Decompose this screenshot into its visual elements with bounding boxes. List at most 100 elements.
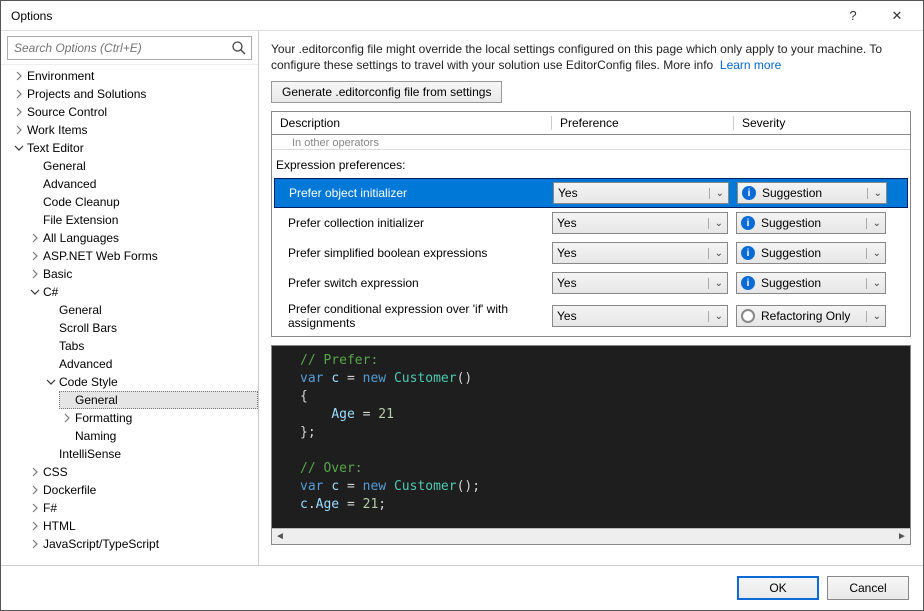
preference-description: Prefer switch expression — [288, 276, 552, 290]
chevron-right-icon[interactable] — [29, 232, 41, 244]
preference-dropdown[interactable]: Yes⌄ — [552, 212, 728, 234]
tree-item[interactable]: Dockerfile — [29, 481, 258, 499]
generate-editorconfig-button[interactable]: Generate .editorconfig file from setting… — [271, 81, 502, 103]
severity-info-icon: i — [742, 186, 756, 200]
chevron-right-icon[interactable] — [29, 466, 41, 478]
tree-item[interactable]: Advanced — [29, 175, 258, 193]
tree-item[interactable]: All Languages — [29, 229, 258, 247]
chevron-right-icon[interactable] — [29, 520, 41, 532]
scroll-left-arrow-icon[interactable]: ◄ — [272, 529, 288, 544]
code-horizontal-scrollbar[interactable]: ◄ ► — [272, 528, 910, 544]
right-panel: Your .editorconfig file might override t… — [259, 31, 923, 565]
cancel-button[interactable]: Cancel — [827, 576, 909, 600]
tree-item-label: File Extension — [43, 211, 118, 229]
tree-item-label: Work Items — [27, 121, 87, 139]
preference-dropdown[interactable]: Yes⌄ — [552, 305, 728, 327]
tree-item-label: JavaScript/TypeScript — [43, 535, 159, 553]
tree-item[interactable]: JavaScript/TypeScript — [29, 535, 258, 553]
chevron-down-icon[interactable] — [29, 286, 41, 298]
chevron-right-icon[interactable] — [29, 502, 41, 514]
chevron-down-icon: ⌄ — [866, 218, 881, 229]
chevron-right-icon[interactable] — [13, 88, 25, 100]
tree-item-label: Source Control — [27, 103, 107, 121]
tree-item[interactable]: General — [29, 157, 258, 175]
chevron-down-icon: ⌄ — [708, 248, 723, 259]
tree-item-label: Projects and Solutions — [27, 85, 146, 103]
chevron-right-icon[interactable] — [29, 484, 41, 496]
search-box[interactable] — [7, 36, 252, 60]
tree-item[interactable]: Naming — [61, 427, 258, 445]
tree-item[interactable]: Basic — [29, 265, 258, 283]
column-preference[interactable]: Preference — [552, 116, 734, 130]
tree-item[interactable]: IntelliSense — [45, 445, 258, 463]
tree-item[interactable]: Code Cleanup — [29, 193, 258, 211]
preference-row[interactable]: Prefer simplified boolean expressionsYes… — [272, 238, 910, 268]
notice-text: Your .editorconfig file might override t… — [271, 41, 911, 73]
severity-dropdown[interactable]: iSuggestion⌄ — [736, 242, 886, 264]
tree-item[interactable]: C# — [29, 283, 258, 301]
dropdown-value: Yes — [558, 186, 578, 200]
ok-button[interactable]: OK — [737, 576, 819, 600]
tree-item-label: General — [43, 157, 86, 175]
tree-item[interactable]: HTML — [29, 517, 258, 535]
code-preview: // Prefer: var c = new Customer() { Age … — [271, 345, 911, 545]
scroll-right-arrow-icon[interactable]: ► — [894, 529, 910, 544]
tree-item[interactable]: Source Control — [13, 103, 258, 121]
preference-description: Prefer simplified boolean expressions — [288, 246, 552, 260]
tree-item[interactable]: Tabs — [45, 337, 258, 355]
help-button[interactable]: ? — [831, 2, 875, 30]
search-input[interactable] — [8, 37, 227, 59]
chevron-down-icon[interactable] — [45, 376, 57, 388]
tree-item-label: Advanced — [59, 355, 112, 373]
tree-item[interactable]: Advanced — [45, 355, 258, 373]
left-panel: EnvironmentProjects and SolutionsSource … — [1, 31, 259, 565]
tree-item[interactable]: File Extension — [29, 211, 258, 229]
preference-dropdown[interactable]: Yes⌄ — [553, 182, 729, 204]
severity-dropdown[interactable]: iSuggestion⌄ — [736, 272, 886, 294]
tree-item-label: HTML — [43, 517, 76, 535]
chevron-right-icon[interactable] — [61, 412, 73, 424]
tree-item-label: Environment — [27, 67, 94, 85]
tree-item-label: General — [75, 391, 118, 409]
tree-item[interactable]: Text Editor — [13, 139, 258, 157]
preference-row[interactable]: Prefer object initializerYes⌄iSuggestion… — [274, 178, 908, 208]
tree-item[interactable]: ASP.NET Web Forms — [29, 247, 258, 265]
tree-item[interactable]: F# — [29, 499, 258, 517]
column-severity[interactable]: Severity — [734, 116, 910, 130]
severity-dropdown[interactable]: Refactoring Only⌄ — [736, 305, 886, 327]
preference-row[interactable]: Prefer switch expressionYes⌄ iSuggestion⌄ — [272, 268, 910, 298]
chevron-down-icon: ⌄ — [866, 248, 881, 259]
tree-item-label: IntelliSense — [59, 445, 121, 463]
preference-dropdown[interactable]: Yes⌄ — [552, 272, 728, 294]
tree-item-label: Formatting — [75, 409, 132, 427]
preference-dropdown[interactable]: Yes⌄ — [552, 242, 728, 264]
chevron-down-icon: ⌄ — [708, 218, 723, 229]
options-tree[interactable]: EnvironmentProjects and SolutionsSource … — [1, 64, 258, 565]
chevron-right-icon[interactable] — [13, 124, 25, 136]
learn-more-link[interactable]: Learn more — [720, 58, 781, 72]
preference-row[interactable]: Prefer collection initializerYes⌄iSugges… — [272, 208, 910, 238]
column-description[interactable]: Description — [272, 116, 552, 130]
tree-item[interactable]: Environment — [13, 67, 258, 85]
tree-item[interactable]: General — [45, 301, 258, 319]
tree-item[interactable]: Work Items — [13, 121, 258, 139]
tree-item[interactable]: General — [59, 391, 258, 409]
severity-dropdown[interactable]: iSuggestion⌄ — [737, 182, 887, 204]
preference-row[interactable]: Prefer conditional expression over 'if' … — [272, 298, 910, 334]
chevron-right-icon[interactable] — [29, 250, 41, 262]
tree-item[interactable]: Formatting — [61, 409, 258, 427]
tree-item[interactable]: CSS — [29, 463, 258, 481]
tree-item-label: Code Cleanup — [43, 193, 120, 211]
titlebar: Options ? ✕ — [1, 1, 923, 31]
close-button[interactable]: ✕ — [875, 2, 919, 30]
chevron-right-icon[interactable] — [13, 106, 25, 118]
severity-dropdown[interactable]: iSuggestion⌄ — [736, 212, 886, 234]
tree-item[interactable]: Scroll Bars — [45, 319, 258, 337]
chevron-right-icon[interactable] — [29, 268, 41, 280]
tree-item[interactable]: Code Style — [45, 373, 258, 391]
chevron-right-icon[interactable] — [13, 70, 25, 82]
chevron-down-icon[interactable] — [13, 142, 25, 154]
dropdown-value: Suggestion — [761, 246, 821, 260]
tree-item[interactable]: Projects and Solutions — [13, 85, 258, 103]
chevron-right-icon[interactable] — [29, 538, 41, 550]
